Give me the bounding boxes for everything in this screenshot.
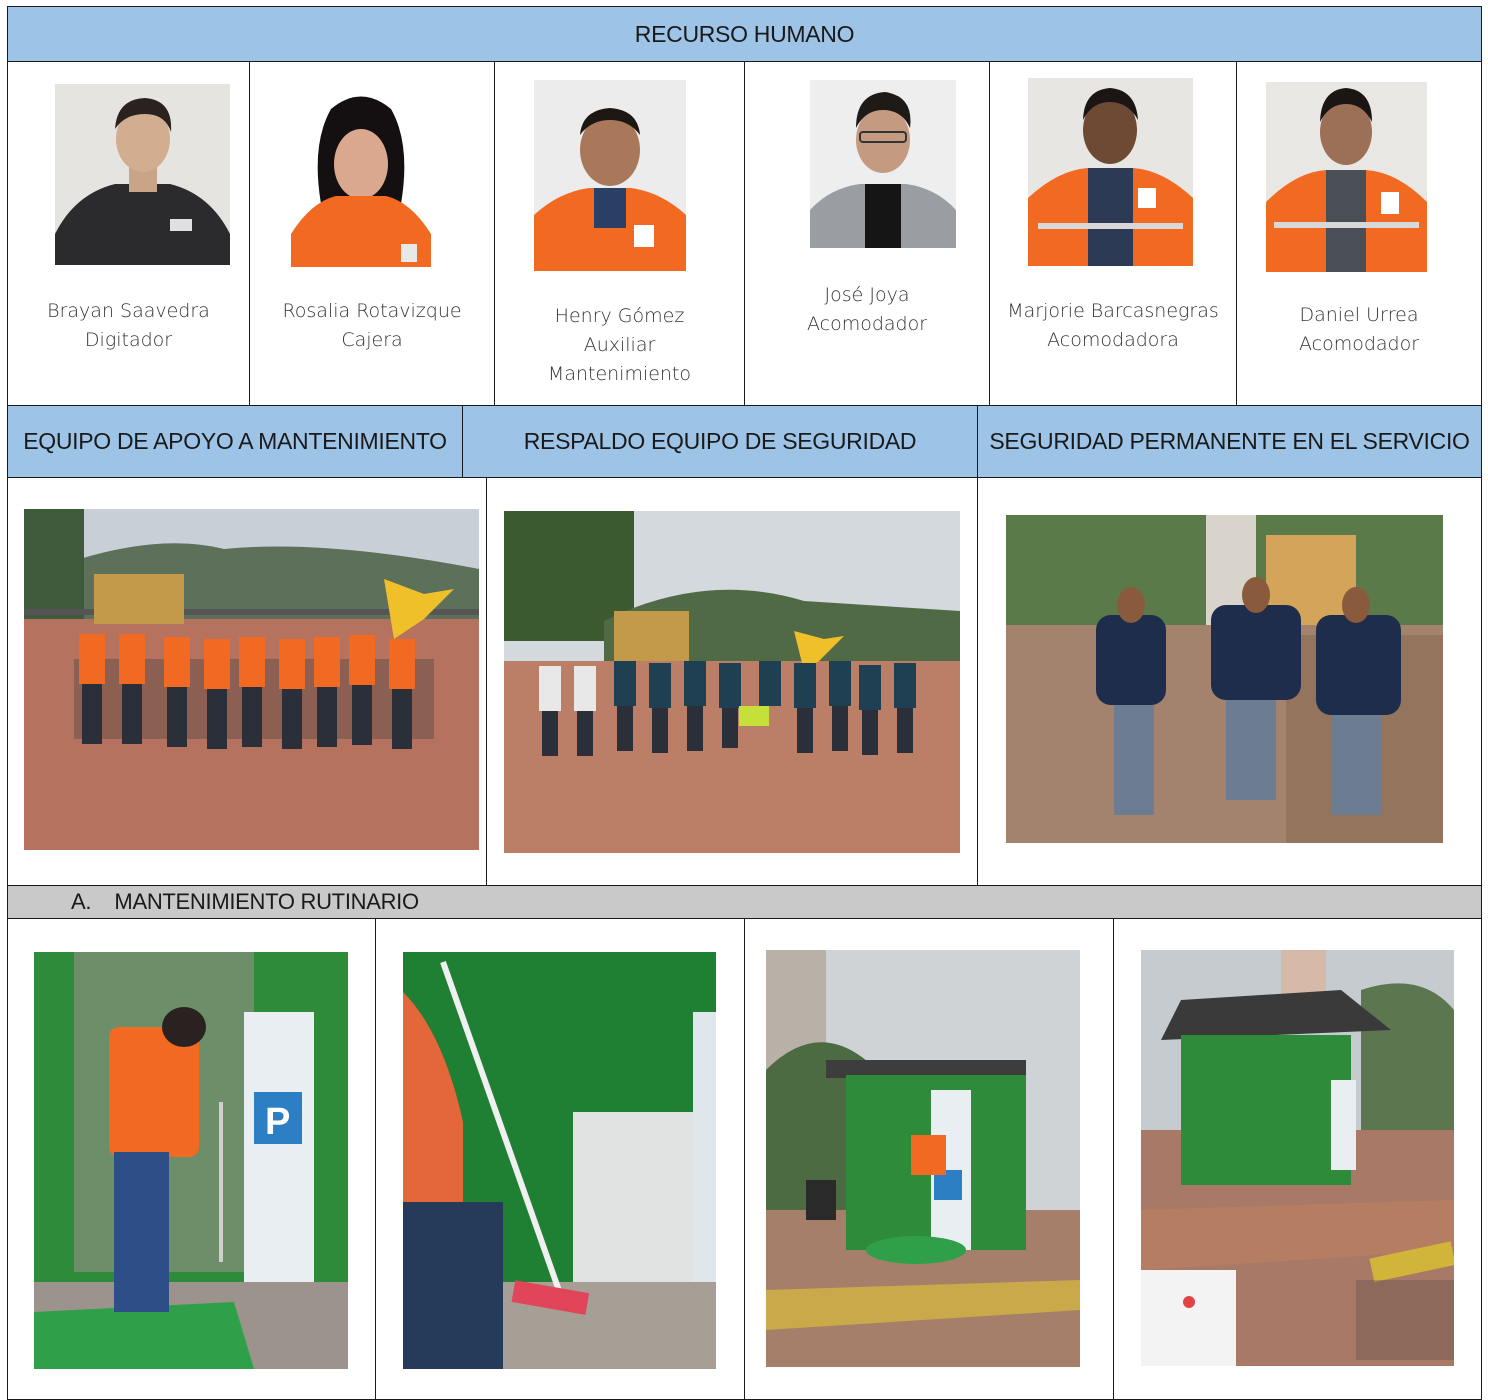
permanent-security-photo bbox=[1006, 515, 1443, 843]
staff-photo-6 bbox=[1266, 82, 1427, 272]
header-routine-maintenance-label: A. MANTENIMIENTO RUTINARIO bbox=[71, 889, 419, 914]
staff-caption-3: Henry Gómez Auxiliar Mantenimiento bbox=[496, 302, 743, 389]
staff-photo-2 bbox=[291, 84, 431, 267]
staff-name: Henry Gómez bbox=[554, 305, 685, 327]
header-permanent-security: SEGURIDAD PERMANENTE EN EL SERVICIO bbox=[977, 405, 1482, 478]
header-routine-maintenance: A. MANTENIMIENTO RUTINARIO bbox=[7, 885, 1482, 919]
staff-role: Cajera bbox=[341, 329, 403, 351]
staff-photo-1 bbox=[55, 84, 230, 265]
staff-name: Rosalia Rotavizque bbox=[282, 300, 462, 322]
staff-caption-1: Brayan Saavedra Digitador bbox=[9, 297, 248, 355]
staff-name: Marjorie Barcasnegras bbox=[1007, 300, 1219, 322]
header-security-backup: RESPALDO EQUIPO DE SEGURIDAD bbox=[462, 405, 978, 478]
staff-role: Acomodador bbox=[806, 313, 928, 335]
staff-caption-4: José Joya Acomodador bbox=[746, 281, 988, 339]
maintenance-photo-4 bbox=[1141, 950, 1454, 1366]
header-permanent-security-label: SEGURIDAD PERMANENTE EN EL SERVICIO bbox=[989, 428, 1470, 454]
staff-role-line2: Mantenimiento bbox=[547, 363, 692, 385]
staff-name: Daniel Urrea bbox=[1299, 304, 1419, 326]
maintenance-photo-3 bbox=[766, 950, 1080, 1367]
staff-role: Digitador bbox=[84, 329, 173, 351]
staff-photo-4 bbox=[810, 80, 956, 248]
staff-caption-2: Rosalia Rotavizque Cajera bbox=[251, 297, 493, 355]
maintenance-photo-2 bbox=[403, 952, 716, 1369]
staff-caption-6: Daniel Urrea Acomodador bbox=[1238, 301, 1480, 359]
security-backup-photo bbox=[504, 511, 960, 853]
staff-photo-3 bbox=[534, 80, 686, 271]
maintenance-team-photo bbox=[24, 509, 479, 850]
header-maintenance-support-label: EQUIPO DE APOYO A MANTENIMIENTO bbox=[23, 428, 447, 454]
staff-name: Brayan Saavedra bbox=[47, 300, 210, 322]
staff-photo-5 bbox=[1028, 78, 1193, 266]
staff-role: Auxiliar bbox=[583, 334, 656, 356]
header-security-backup-label: RESPALDO EQUIPO DE SEGURIDAD bbox=[523, 428, 917, 454]
staff-caption-5: Marjorie Barcasnegras Acomodadora bbox=[991, 297, 1235, 355]
header-human-resources-label: RECURSO HUMANO bbox=[634, 20, 855, 47]
header-human-resources: RECURSO HUMANO bbox=[7, 6, 1482, 62]
staff-role: Acomodador bbox=[1298, 333, 1420, 355]
staff-role: Acomodadora bbox=[1047, 329, 1179, 351]
header-maintenance-support: EQUIPO DE APOYO A MANTENIMIENTO bbox=[7, 405, 463, 478]
staff-name: José Joya bbox=[824, 284, 910, 306]
maintenance-photo-1: P bbox=[34, 952, 348, 1369]
svg-text:P: P bbox=[265, 1101, 290, 1143]
